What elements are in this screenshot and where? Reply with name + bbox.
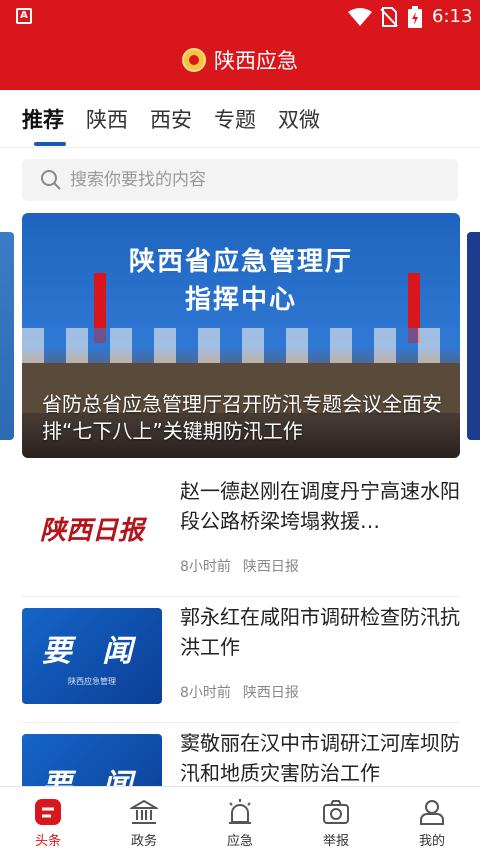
status-time: 6:13 [432, 6, 473, 27]
news-time: 8小时前 [180, 559, 231, 575]
tab-xian[interactable]: 西安 [150, 104, 192, 134]
banner-caption: 省防总省应急管理厅召开防汛专题会议全面安排“七下八上”关键期防汛工作 [42, 392, 442, 443]
user-icon [420, 800, 444, 825]
carousel-next-peek[interactable] [467, 232, 480, 440]
news-meta: 8小时前 陕西日报 [180, 682, 299, 702]
news-title: 赵一德赵刚在调度丹宁高速水阳段公路桥梁垮塌救援… [180, 479, 460, 533]
status-bar: A 6:13 [0, 0, 480, 34]
news-source: 陕西日报 [242, 685, 299, 701]
app-brand: 陕西应急 [0, 42, 480, 78]
nav-profile[interactable]: 我的 [384, 787, 480, 853]
news-title: 郭永红在咸阳市调研检查防汛抗洪工作 [180, 605, 460, 659]
divider [22, 722, 460, 723]
search-bar[interactable] [22, 159, 458, 201]
shaanxi-daily-logo: 陕西日报 [39, 515, 144, 546]
no-sim-icon [380, 7, 398, 27]
search-input[interactable] [70, 170, 430, 190]
news-source: 陕西日报 [242, 559, 299, 575]
news-item[interactable]: 要 闻 窦敬丽在汉中市调研江河库坝防汛和地质灾害防治工作 [22, 726, 460, 786]
alarm-light-icon [229, 799, 251, 824]
news-thumbnail: 陕西日报 [22, 480, 162, 576]
news-title: 窦敬丽在汉中市调研江河库坝防汛和地质灾害防治工作 [180, 731, 460, 785]
app-notification-icon: A [16, 8, 32, 24]
tab-social[interactable]: 双微 [278, 104, 320, 134]
news-thumbnail: 要 闻 [22, 734, 162, 786]
national-emblem-icon [182, 48, 206, 72]
divider [22, 596, 460, 597]
news-meta: 8小时前 陕西日报 [180, 556, 299, 576]
app-title: 陕西应急 [214, 49, 298, 73]
tab-shaanxi[interactable]: 陕西 [86, 104, 128, 134]
active-tab-indicator [34, 142, 66, 146]
nav-emergency[interactable]: 应急 [192, 787, 288, 853]
nav-report[interactable]: 举报 [288, 787, 384, 853]
featured-banner[interactable]: 陕西省应急管理厅 指挥中心 省防总省应急管理厅召开防汛专题会议全面安排“七下八上… [22, 213, 460, 458]
battery-charging-icon [408, 6, 422, 28]
carousel-prev-peek[interactable] [0, 232, 14, 440]
bottom-navigation: 头条 政务 应急 举报 我的 [0, 786, 480, 853]
wifi-icon [348, 8, 372, 26]
camera-icon [323, 800, 349, 824]
tab-recommend[interactable]: 推荐 [22, 104, 64, 134]
banner-image-backdrop: 陕西省应急管理厅 指挥中心 [128, 247, 353, 315]
category-tabs: 推荐 陕西 西安 专题 双微 [0, 90, 480, 148]
news-item[interactable]: 陕西日报 赵一德赵刚在调度丹宁高速水阳段公路桥梁垮塌救援… 8小时前 陕西日报 [22, 472, 460, 584]
news-thumbnail: 要 闻 陕西应急管理 [22, 608, 162, 704]
news-time: 8小时前 [180, 685, 231, 701]
tab-topics[interactable]: 专题 [214, 104, 256, 134]
headline-icon [35, 799, 61, 825]
nav-government[interactable]: 政务 [96, 787, 192, 853]
search-icon [41, 170, 61, 190]
news-item[interactable]: 要 闻 陕西应急管理 郭永红在咸阳市调研检查防汛抗洪工作 8小时前 陕西日报 [22, 600, 460, 712]
government-building-icon [130, 799, 158, 824]
nav-headlines[interactable]: 头条 [0, 787, 96, 853]
app-header: A 6:13 陕西应急 [0, 0, 480, 90]
